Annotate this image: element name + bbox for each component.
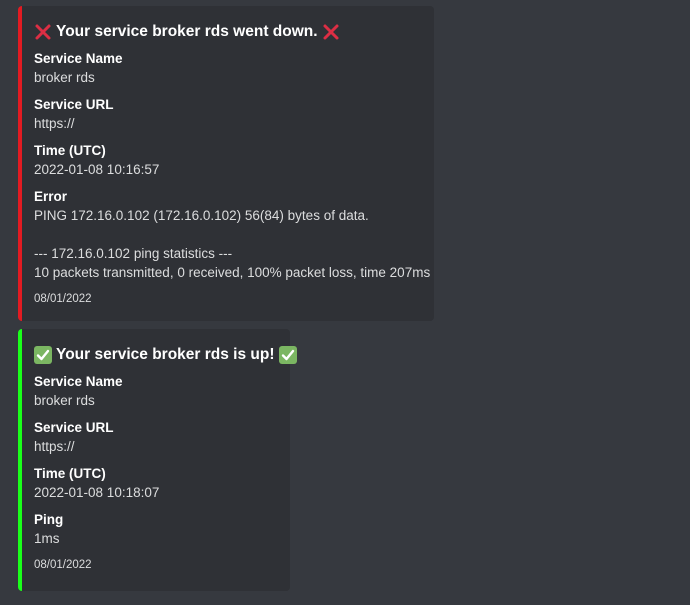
field-name: Ping <box>34 512 64 527</box>
field-service-name: Service Name broker rds <box>34 50 418 87</box>
embed-footer-date: 08/01/2022 <box>34 559 92 571</box>
embed-title-text: Your service broker rds went down. <box>56 23 318 40</box>
field-value: https:// <box>34 116 75 131</box>
field-time: Time (UTC) 2022-01-08 10:16:57 <box>34 142 418 179</box>
embed-title: Your service broker rds is up! <box>34 343 297 367</box>
field-value: PING 172.16.0.102 (172.16.0.102) 56(84) … <box>34 208 431 280</box>
field-service-url: Service URL https:// <box>34 96 418 133</box>
field-service-url: Service URL https:// <box>34 419 274 456</box>
field-ping: Ping 1ms <box>34 511 274 548</box>
embed-title-text: Your service broker rds is up! <box>56 346 275 363</box>
field-name: Service URL <box>34 97 114 112</box>
field-error: Error PING 172.16.0.102 (172.16.0.102) 5… <box>34 188 431 282</box>
field-service-name: Service Name broker rds <box>34 373 274 410</box>
field-value: broker rds <box>34 70 95 85</box>
field-name: Service URL <box>34 420 114 435</box>
field-value: 2022-01-08 10:18:07 <box>34 485 160 500</box>
field-value: broker rds <box>34 393 95 408</box>
field-name: Service Name <box>34 51 123 66</box>
field-value: https:// <box>34 439 75 454</box>
check-mark-icon <box>278 346 297 364</box>
field-value: 1ms <box>34 531 60 546</box>
field-value: 2022-01-08 10:16:57 <box>34 162 160 177</box>
field-name: Time (UTC) <box>34 143 106 158</box>
service-down-embed: Your service broker rds went down. Servi… <box>18 6 434 321</box>
embed-title: Your service broker rds went down. <box>34 20 418 44</box>
service-up-embed: Your service broker rds is up! Service N… <box>18 329 297 591</box>
cross-mark-icon <box>323 24 339 40</box>
cross-mark-icon <box>35 24 51 40</box>
field-name: Service Name <box>34 374 123 389</box>
check-mark-icon <box>34 346 52 364</box>
field-name: Error <box>34 189 68 204</box>
embed-footer-date: 08/01/2022 <box>34 293 92 305</box>
field-time: Time (UTC) 2022-01-08 10:18:07 <box>34 465 274 502</box>
field-name: Time (UTC) <box>34 466 106 481</box>
